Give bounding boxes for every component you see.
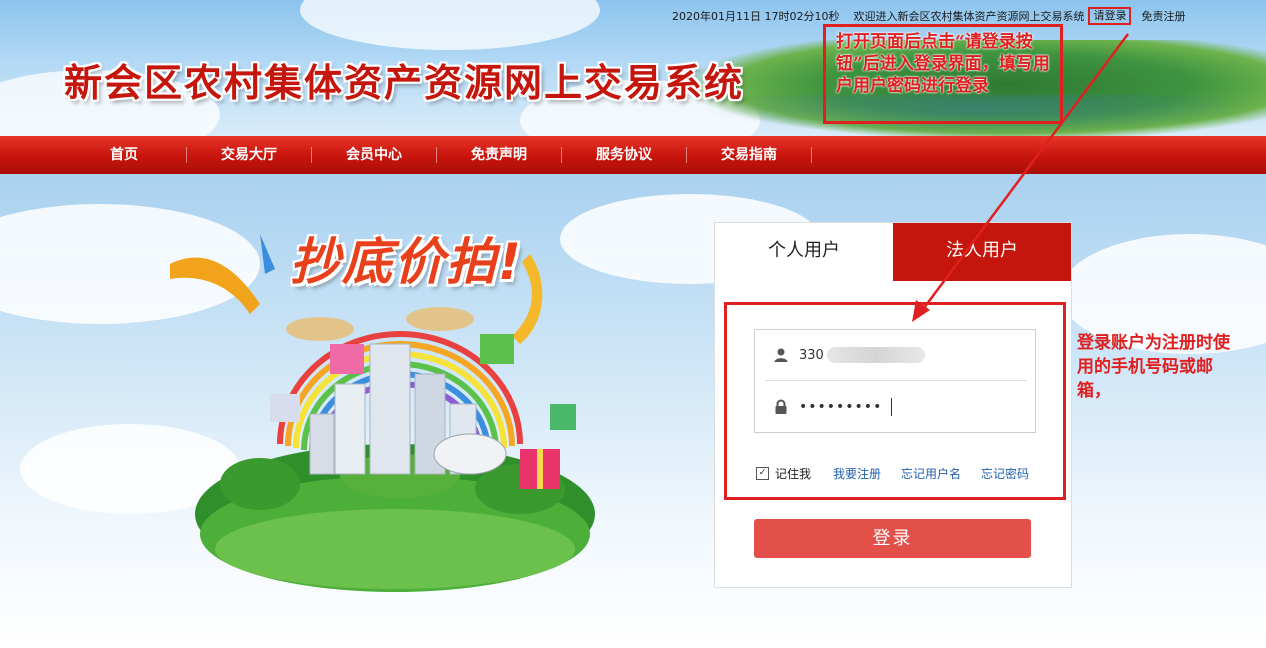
main-nav: 首页 交易大厅 会员中心 免责声明 服务协议 交易指南	[0, 136, 1266, 174]
password-input[interactable]	[797, 398, 892, 416]
main-area: 抄底价拍! 个人用户 法人用户 ✓ 记住我 我要注册 忘记用户名 忘记密码	[0, 174, 1266, 648]
promo-title: 抄底价拍!	[290, 233, 523, 291]
user-icon	[765, 347, 797, 363]
forgot-password-link[interactable]: 忘记密码	[981, 465, 1029, 482]
nav-item-home[interactable]: 首页	[62, 147, 187, 163]
login-submit-button[interactable]: 登录	[754, 519, 1031, 558]
nav-item-trading-guide[interactable]: 交易指南	[687, 147, 812, 163]
site-title: 新会区农村集体资产资源网上交易系统	[64, 61, 745, 105]
username-row	[765, 330, 1027, 381]
password-row	[765, 382, 1045, 432]
tab-corporate-user[interactable]: 法人用户	[893, 223, 1071, 281]
redacted-username	[827, 347, 925, 363]
current-datetime: 2020年01月11日 17时02分10秒	[672, 10, 840, 23]
nav-item-member-center[interactable]: 会员中心	[312, 147, 437, 163]
tab-personal-user[interactable]: 个人用户	[715, 223, 893, 281]
site-header: 2020年01月11日 17时02分10秒 欢迎进入新会区农村集体资产资源网上交…	[0, 0, 1266, 136]
forgot-username-link[interactable]: 忘记用户名	[901, 465, 961, 482]
nav-item-trading-hall[interactable]: 交易大厅	[187, 147, 312, 163]
lock-icon	[765, 399, 797, 415]
login-link[interactable]: 请登录	[1088, 7, 1132, 25]
login-options: ✓ 记住我 我要注册 忘记用户名 忘记密码	[756, 465, 1049, 482]
username-input[interactable]	[797, 346, 829, 364]
remember-me-label[interactable]: 记住我	[775, 465, 811, 482]
register-link-form[interactable]: 我要注册	[833, 465, 881, 482]
nav-item-disclaimer[interactable]: 免责声明	[437, 147, 562, 163]
annotation-top-note: 打开页面后点击“请登录按钮”后进入登录界面，填写用户用户密码进行登录	[823, 24, 1063, 124]
promo-banner: 抄底价拍!	[150, 214, 610, 594]
register-link[interactable]: 免责注册	[1141, 8, 1185, 24]
nav-item-service-agreement[interactable]: 服务协议	[562, 147, 687, 163]
login-fields	[754, 329, 1036, 433]
login-tabs: 个人用户 法人用户	[715, 223, 1071, 281]
checkbox-checked-icon[interactable]: ✓	[756, 467, 769, 480]
welcome-text: 欢迎进入新会区农村集体资产资源网上交易系统	[853, 10, 1085, 23]
top-bar: 2020年01月11日 17时02分10秒 欢迎进入新会区农村集体资产资源网上交…	[672, 7, 1199, 25]
annotation-right-note: 登录账户为注册时使用的手机号码或邮箱，	[1077, 333, 1230, 401]
header-cloud	[300, 0, 600, 50]
